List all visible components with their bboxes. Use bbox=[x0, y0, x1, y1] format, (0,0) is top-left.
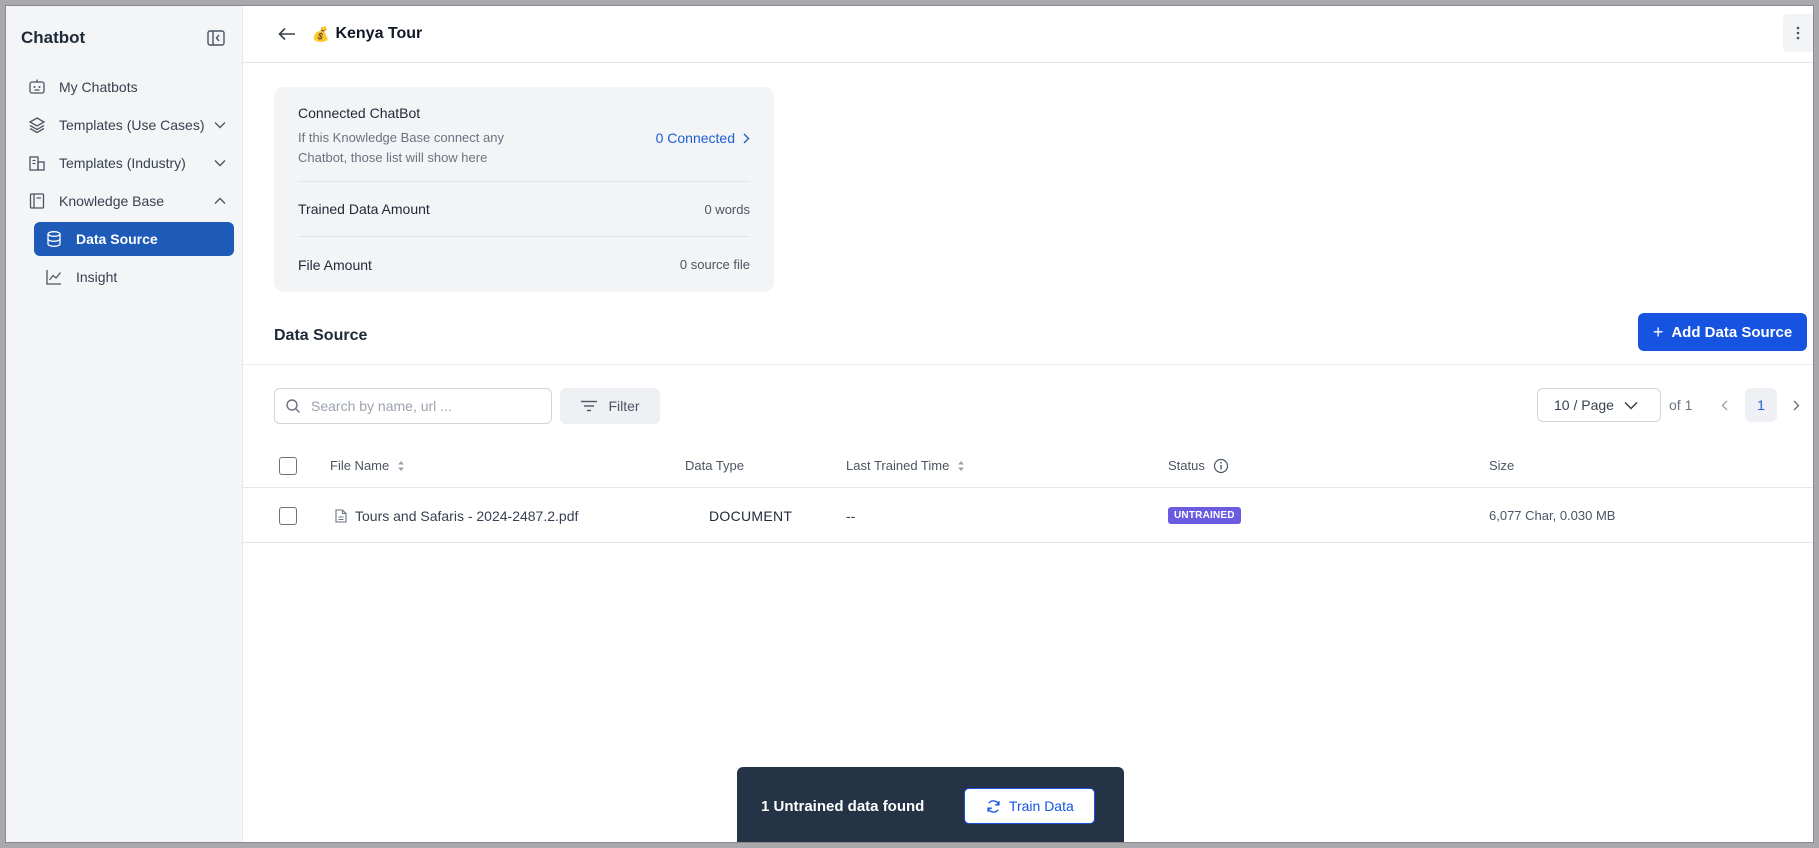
untrained-data-toast: 1 Untrained data found Train Data bbox=[737, 767, 1124, 842]
book-icon bbox=[27, 191, 47, 211]
sidebar-item-data-source[interactable]: Data Source bbox=[34, 222, 234, 256]
plus-icon: + bbox=[1652, 321, 1664, 342]
sort-icon[interactable] bbox=[957, 459, 965, 473]
column-label: Size bbox=[1489, 458, 1515, 473]
add-data-source-label: Add Data Source bbox=[1671, 323, 1793, 341]
trained-data-amount-value: 0 words bbox=[704, 201, 750, 217]
add-data-source-button[interactable]: + Add Data Source bbox=[1638, 313, 1807, 351]
column-data-type: Data Type bbox=[685, 444, 744, 487]
sidebar-title: Chatbot bbox=[21, 28, 86, 47]
file-size: 6,077 Char, 0.030 MB bbox=[1489, 508, 1616, 523]
building-icon bbox=[27, 153, 47, 173]
file-name-cell: Tours and Safaris - 2024-2487.2.pdf bbox=[335, 489, 578, 542]
status-badge: UNTRAINED bbox=[1168, 507, 1241, 524]
sidebar-item-templates-industry[interactable]: Templates (Industry) bbox=[21, 146, 234, 180]
top-bar: 💰 Kenya Tour bbox=[243, 6, 1813, 63]
sidebar-item-knowledge-base[interactable]: Knowledge Base bbox=[21, 184, 234, 218]
robot-icon bbox=[27, 77, 47, 97]
refresh-icon bbox=[987, 799, 1000, 813]
sidebar-item-label: Templates (Use Cases) bbox=[59, 117, 205, 133]
column-file-name[interactable]: File Name bbox=[330, 444, 405, 487]
search-icon bbox=[286, 399, 300, 413]
sidebar-item-label: Insight bbox=[76, 269, 118, 285]
sidebar-header: Chatbot bbox=[21, 24, 227, 52]
column-status: Status bbox=[1168, 444, 1229, 487]
last-trained-cell: -- bbox=[846, 489, 855, 542]
data-type-cell: DOCUMENT bbox=[709, 489, 792, 542]
previous-page-icon[interactable] bbox=[1715, 396, 1733, 414]
trained-data-amount-label: Trained Data Amount bbox=[298, 201, 430, 217]
sort-icon[interactable] bbox=[397, 459, 405, 473]
chevron-down-icon bbox=[1624, 401, 1638, 410]
search-box bbox=[274, 388, 552, 424]
status-cell: UNTRAINED bbox=[1168, 489, 1241, 542]
filter-icon bbox=[581, 400, 598, 412]
section-divider bbox=[243, 364, 1813, 365]
column-label: File Name bbox=[330, 458, 390, 473]
page-number-button[interactable]: 1 bbox=[1745, 388, 1777, 422]
filter-label: Filter bbox=[608, 398, 640, 414]
sidebar-item-label: My Chatbots bbox=[59, 79, 138, 95]
sidebar-item-label: Knowledge Base bbox=[59, 193, 165, 209]
column-label: Status bbox=[1168, 458, 1205, 473]
search-input[interactable] bbox=[311, 398, 531, 414]
select-all-cell bbox=[279, 444, 297, 487]
sidebar: Chatbot My Chatbots Templates (Use Cases… bbox=[6, 6, 243, 842]
data-type: DOCUMENT bbox=[709, 507, 793, 524]
more-options-icon[interactable] bbox=[1783, 14, 1813, 52]
size-cell: 6,077 Char, 0.030 MB bbox=[1489, 489, 1615, 542]
file-name[interactable]: Tours and Safaris - 2024-2487.2.pdf bbox=[355, 508, 578, 524]
database-icon bbox=[44, 229, 64, 249]
page-total: of 1 bbox=[1669, 397, 1693, 413]
train-data-button[interactable]: Train Data bbox=[964, 788, 1096, 824]
chevron-up-icon bbox=[212, 193, 228, 209]
money-bag-icon: 💰 bbox=[312, 25, 330, 42]
file-icon bbox=[335, 508, 347, 523]
knowledge-base-submenu: Data Source Insight bbox=[34, 222, 234, 294]
untrained-data-message: 1 Untrained data found bbox=[761, 797, 925, 815]
train-data-label: Train Data bbox=[1008, 798, 1074, 814]
data-source-section-title: Data Source bbox=[274, 327, 368, 344]
last-trained-time: -- bbox=[846, 507, 856, 524]
back-arrow-icon[interactable] bbox=[276, 23, 298, 45]
sidebar-item-my-chatbots[interactable]: My Chatbots bbox=[21, 70, 234, 104]
connected-count: 0 Connected bbox=[655, 130, 735, 146]
filter-button[interactable]: Filter bbox=[560, 388, 660, 424]
select-all-checkbox[interactable] bbox=[279, 456, 297, 475]
file-amount-label: File Amount bbox=[298, 256, 372, 273]
sidebar-item-label: Data Source bbox=[76, 231, 158, 247]
info-icon[interactable] bbox=[1213, 458, 1229, 474]
chevron-down-icon bbox=[212, 155, 228, 171]
sidebar-item-insight[interactable]: Insight bbox=[34, 260, 234, 294]
sidebar-nav: My Chatbots Templates (Use Cases) Templa… bbox=[21, 70, 234, 298]
trained-data-amount-row: Trained Data Amount 0 words bbox=[298, 182, 750, 237]
connected-chatbot-description: If this Knowledge Base connect any Chatb… bbox=[298, 130, 504, 165]
page-size-select[interactable]: 10 / Page bbox=[1537, 388, 1661, 422]
connected-chatbot-row: Connected ChatBot If this Knowledge Base… bbox=[298, 87, 750, 182]
column-label: Last Trained Time bbox=[846, 458, 950, 473]
line-chart-icon bbox=[44, 267, 64, 287]
column-label: Data Type bbox=[685, 458, 745, 473]
column-last-trained-time[interactable]: Last Trained Time bbox=[846, 444, 965, 487]
column-size: Size bbox=[1489, 444, 1514, 487]
table-row[interactable]: Tours and Safaris - 2024-2487.2.pdf DOCU… bbox=[243, 489, 1813, 543]
page-size-value: 10 / Page bbox=[1554, 397, 1614, 413]
next-page-icon[interactable] bbox=[1787, 396, 1805, 414]
table-header: File Name Data Type Last Trained Time St… bbox=[243, 444, 1813, 488]
app-window: Chatbot My Chatbots Templates (Use Cases… bbox=[5, 5, 1814, 843]
sidebar-item-label: Templates (Industry) bbox=[59, 155, 186, 171]
knowledge-base-summary-card: Connected ChatBot If this Knowledge Base… bbox=[274, 87, 774, 292]
chevron-right-icon bbox=[743, 133, 750, 143]
sidebar-item-templates-use-cases[interactable]: Templates (Use Cases) bbox=[21, 108, 234, 142]
connected-count-link[interactable]: 0 Connected bbox=[656, 130, 750, 146]
chevron-down-icon bbox=[212, 117, 228, 133]
file-amount-row: File Amount 0 source file bbox=[298, 237, 750, 292]
row-checkbox[interactable] bbox=[279, 506, 297, 525]
collapse-sidebar-icon[interactable] bbox=[205, 27, 227, 49]
page-title: Kenya Tour bbox=[335, 25, 423, 42]
layers-icon bbox=[27, 115, 47, 135]
connected-chatbot-label: Connected ChatBot bbox=[298, 105, 421, 121]
row-select-cell bbox=[279, 489, 297, 542]
file-amount-value: 0 source file bbox=[679, 257, 750, 272]
